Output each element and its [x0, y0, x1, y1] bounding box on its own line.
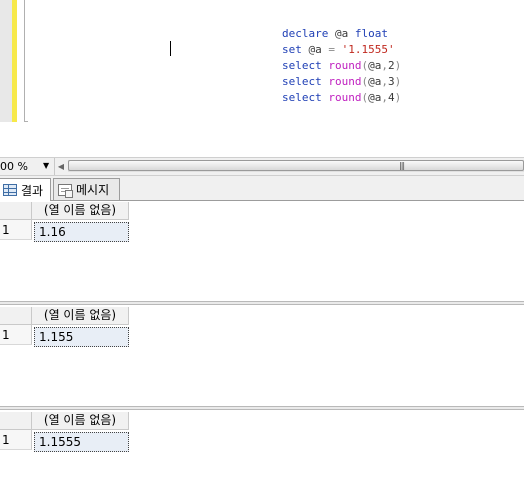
- grid-icon: [3, 184, 17, 196]
- code-token: ,: [381, 75, 388, 88]
- code-token: @a: [368, 91, 382, 104]
- code-token: @a: [368, 59, 382, 72]
- code-token: ,: [381, 91, 388, 104]
- code-token: 3: [387, 75, 395, 88]
- code-line[interactable]: select round(@a,3): [282, 74, 401, 90]
- tab-results-label: 결과: [21, 183, 44, 198]
- text-caret: [170, 41, 171, 56]
- code-line[interactable]: select round(@a,2): [282, 58, 401, 74]
- chevron-down-icon[interactable]: ▼: [43, 161, 49, 170]
- code-token: @a: [334, 27, 355, 40]
- code-token: set: [282, 43, 309, 56]
- scroll-grip-icon: |||: [399, 161, 405, 170]
- grid-corner[interactable]: [0, 412, 32, 430]
- grid-splitter[interactable]: [0, 406, 524, 410]
- code-line[interactable]: set @a = '1.1555': [282, 42, 401, 58]
- result-cell[interactable]: 1.16: [34, 222, 129, 242]
- code-token: 4: [387, 91, 395, 104]
- row-number[interactable]: 1: [0, 220, 32, 240]
- code-token: @a: [308, 43, 329, 56]
- result-cell[interactable]: 1.1555: [34, 432, 129, 452]
- scroll-left-arrow-icon[interactable]: ◀: [56, 158, 66, 175]
- grid-corner[interactable]: [0, 307, 32, 325]
- code-token: 2: [387, 59, 395, 72]
- outline-indicator: [24, 0, 25, 122]
- zoom-dropdown[interactable]: 00 % ▼: [0, 158, 55, 175]
- code-token: ): [394, 59, 402, 72]
- column-header[interactable]: (열 이름 없음): [32, 202, 129, 220]
- row-number[interactable]: 1: [0, 325, 32, 345]
- code-token: select: [282, 59, 329, 72]
- code-token: '1.1555': [341, 43, 395, 56]
- code-token: @a: [368, 75, 382, 88]
- code-token: =: [328, 43, 342, 56]
- code-line[interactable]: declare @a float: [282, 26, 401, 42]
- row-number[interactable]: 1: [0, 430, 32, 450]
- code-token: round: [328, 91, 362, 104]
- messages-icon: [58, 183, 73, 198]
- sql-code[interactable]: declare @a float set @a = '1.1555' select …: [282, 26, 401, 106]
- tab-results[interactable]: 결과: [0, 178, 51, 201]
- change-tracking-bar: [12, 0, 17, 122]
- grid-splitter[interactable]: [0, 301, 524, 305]
- code-token: declare: [282, 27, 335, 40]
- code-token: ): [394, 75, 402, 88]
- zoom-value: 00 %: [0, 160, 28, 173]
- code-token: float: [354, 27, 388, 40]
- column-header[interactable]: (열 이름 없음): [32, 412, 129, 430]
- code-token: select: [282, 75, 329, 88]
- result-cell[interactable]: 1.155: [34, 327, 129, 347]
- code-token: round: [328, 59, 362, 72]
- code-line[interactable]: select round(@a,4): [282, 90, 401, 106]
- column-header[interactable]: (열 이름 없음): [32, 307, 129, 325]
- code-token: ): [394, 91, 402, 104]
- editor-status-bar: 00 % ▼ ◀ |||: [0, 157, 524, 176]
- results-tab-bar: 결과 메시지: [0, 176, 524, 201]
- code-token: round: [328, 75, 362, 88]
- editor-gutter: [0, 0, 12, 122]
- tab-messages[interactable]: 메시지: [53, 178, 120, 200]
- outline-indicator-end: [24, 121, 28, 122]
- code-token: select: [282, 91, 329, 104]
- horizontal-scroll-thumb[interactable]: [68, 160, 524, 171]
- query-editor[interactable]: declare @a float set @a = '1.1555' select …: [0, 0, 524, 157]
- grid-corner[interactable]: [0, 202, 32, 220]
- tab-messages-label: 메시지: [76, 183, 110, 197]
- code-token: ,: [381, 59, 388, 72]
